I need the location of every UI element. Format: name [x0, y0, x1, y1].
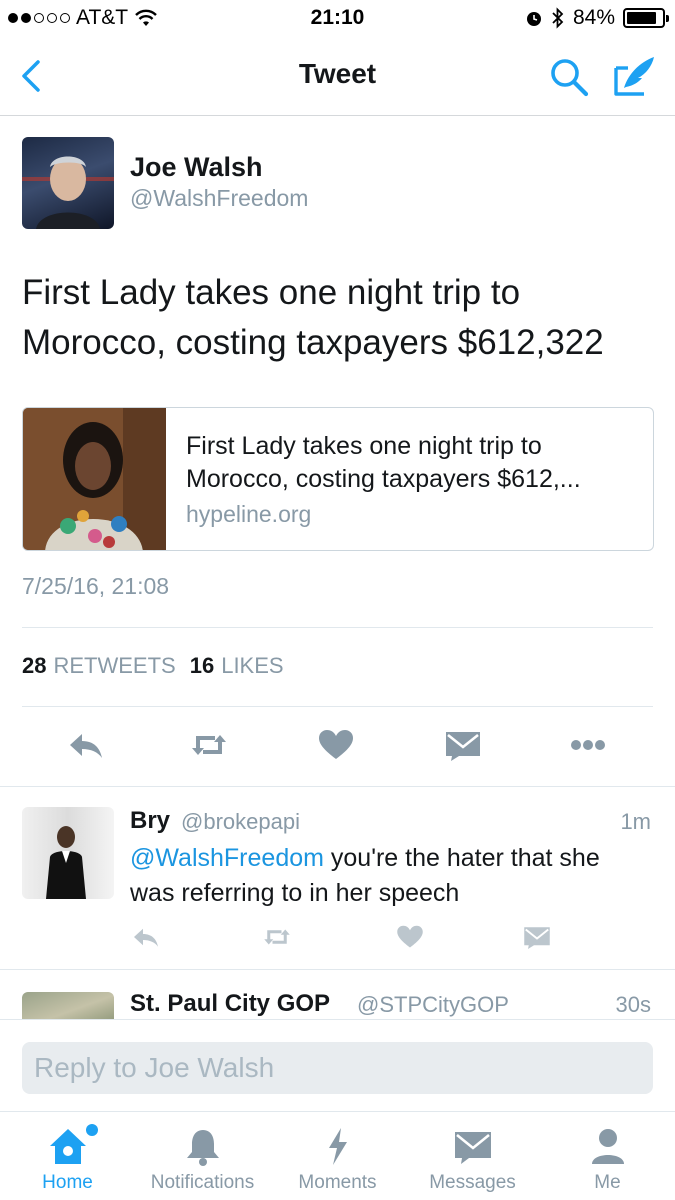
heart-icon[interactable] [316, 728, 356, 762]
alarm-icon [526, 12, 541, 26]
divider [22, 627, 653, 628]
tab-label: Home [42, 1172, 93, 1193]
tweet-text: First Lady takes one night trip to Moroc… [22, 273, 604, 362]
author-avatar-image [22, 156, 114, 229]
tab-home[interactable]: Home [0, 1112, 135, 1200]
heart-icon[interactable] [395, 924, 425, 950]
battery-level [627, 12, 656, 24]
link-card[interactable]: First Lady takes one night trip to Moroc… [22, 407, 654, 551]
bell-icon [186, 1130, 219, 1166]
author-name[interactable]: Joe Walsh [130, 152, 263, 183]
person-icon [591, 1129, 624, 1164]
divider [22, 706, 653, 707]
reply-time: 30s [615, 992, 651, 1017]
likes-stat[interactable]: 16 LIKES [190, 653, 284, 679]
tweet-timestamp: 7/25/16, 21:08 [22, 573, 170, 599]
reply-composer [0, 1019, 675, 1111]
more-icon[interactable] [568, 728, 608, 762]
reply-icon[interactable] [131, 924, 161, 950]
retweets-stat[interactable]: 28 RETWEETS [22, 653, 176, 679]
battery-icon [623, 8, 669, 28]
tweet-action-bar [0, 720, 675, 770]
tab-bar: Home Notifications Moments Messages Me [0, 1111, 675, 1200]
likes-label: LIKES [221, 653, 284, 678]
card-domain: hypeline.org [186, 501, 312, 527]
direct-message-icon[interactable] [522, 924, 552, 950]
compose-icon[interactable] [612, 54, 658, 98]
author-avatar[interactable] [22, 137, 114, 229]
tab-label: Notifications [150, 1172, 255, 1193]
direct-message-icon[interactable] [443, 728, 483, 762]
likes-count: 16 [189, 653, 215, 678]
reply-author-handle[interactable]: @brokepapi [181, 809, 300, 835]
retweets-label: RETWEETS [53, 653, 176, 678]
retweet-icon[interactable] [262, 924, 292, 950]
bluetooth-icon [552, 7, 564, 29]
lightning-icon [328, 1128, 347, 1165]
tab-notifications[interactable]: Notifications [135, 1112, 270, 1200]
chevron-left-icon[interactable] [16, 56, 46, 96]
reply-tweet[interactable]: St. Paul City GOP @STPCityGOP 30s [0, 969, 675, 1019]
tab-moments[interactable]: Moments [270, 1112, 405, 1200]
tab-messages[interactable]: Messages [405, 1112, 540, 1200]
card-thumbnail [23, 408, 166, 550]
author-handle[interactable]: @WalshFreedom [130, 185, 308, 212]
home-icon [49, 1129, 86, 1164]
reply-avatar[interactable] [22, 807, 114, 899]
tab-label: Moments [298, 1172, 377, 1193]
reply-avatar[interactable] [22, 992, 114, 1019]
new-content-dot [86, 1124, 98, 1136]
reply-author-handle[interactable]: @STPCityGOP [357, 992, 509, 1018]
tab-label: Me [594, 1172, 621, 1193]
battery-percent: 84% [572, 6, 615, 29]
envelope-icon [454, 1132, 491, 1164]
search-icon[interactable] [548, 56, 590, 98]
status-bar: AT&T 21:10 84% [0, 0, 675, 38]
tweet-stats: 28 RETWEETS 16 LIKES [22, 653, 284, 679]
reply-icon[interactable] [66, 728, 106, 762]
status-right: 84% [525, 6, 669, 30]
reply-tweet[interactable]: Bry @brokepapi 1m @WalshFreedom you're t… [0, 787, 675, 969]
reply-author-name[interactable]: Bry [130, 807, 170, 835]
mention-link[interactable]: @WalshFreedom [130, 844, 324, 872]
retweets-count: 28 [22, 653, 47, 678]
reply-input[interactable] [22, 1042, 653, 1094]
tab-label: Messages [429, 1172, 516, 1193]
navigation-bar: Tweet [0, 38, 675, 116]
card-title: First Lady takes one night trip to Moroc… [186, 432, 581, 493]
reply-text: @WalshFreedom you're the hater that she … [130, 841, 650, 911]
reply-author-name[interactable]: St. Paul City GOP [130, 990, 330, 1018]
retweet-icon[interactable] [189, 728, 229, 762]
tab-me[interactable]: Me [540, 1112, 675, 1200]
reply-time: 1m [620, 809, 651, 834]
